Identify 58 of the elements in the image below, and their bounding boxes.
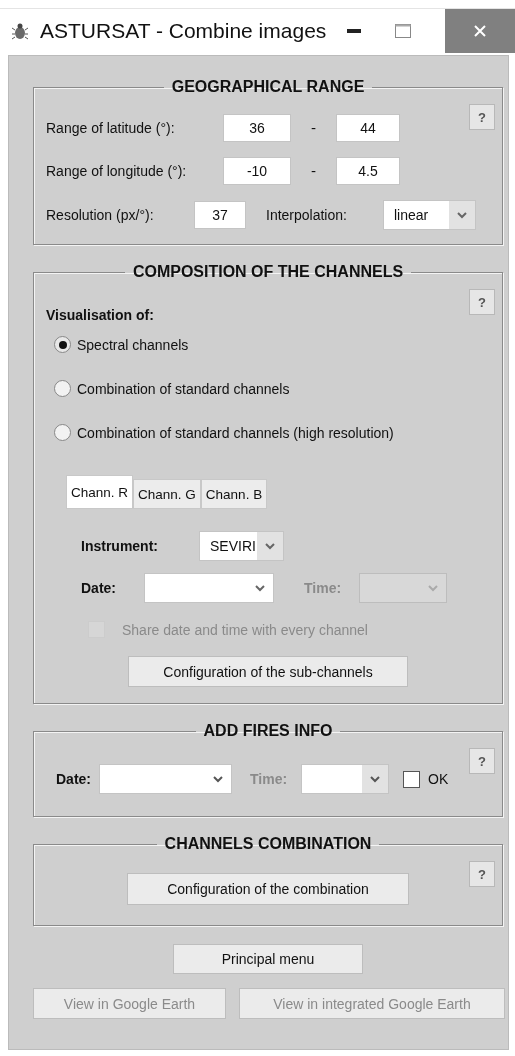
close-icon — [474, 25, 486, 37]
panel-title: COMPOSITION OF THE CHANNELS — [131, 263, 405, 281]
time-dropdown[interactable] — [301, 764, 390, 794]
section-label: Visualisation of: — [46, 307, 154, 323]
instrument-label: Instrument: — [81, 538, 159, 554]
date-label: Date: — [81, 580, 117, 596]
principal-menu-button[interactable]: Principal menu — [173, 944, 363, 974]
resolution-field[interactable]: 37 — [194, 201, 246, 229]
chevron-icon — [265, 542, 275, 550]
chevron-icon — [255, 584, 265, 592]
maximize-icon[interactable] — [395, 24, 411, 38]
input-field[interactable]: 4.5 — [336, 157, 400, 185]
window-title: ASTURSAT - Combine images — [40, 19, 327, 43]
time-label: Time: — [304, 580, 342, 596]
help-button[interactable]: ? — [469, 104, 495, 130]
minimize-icon[interactable] — [347, 29, 361, 33]
interpolation-label: Interpolation: — [266, 207, 348, 223]
date-dropdown[interactable] — [144, 573, 274, 603]
help-button[interactable]: ? — [469, 289, 495, 315]
radio-label[interactable]: Combination of standard channels (high resolution) — [77, 424, 394, 441]
chevron-icon — [428, 584, 439, 592]
panel-title: GEOGRAPHICAL RANGE — [170, 78, 366, 96]
date-label: Date: — [56, 771, 91, 787]
checkbox-label: Share date and time with every channel — [122, 621, 368, 638]
help-button[interactable]: ? — [469, 861, 495, 887]
channel-tab[interactable]: Chann. R — [66, 475, 134, 509]
channel-tab[interactable]: Chann. G — [133, 479, 201, 509]
close-button[interactable] — [445, 9, 515, 53]
checkbox[interactable] — [403, 770, 421, 788]
help-button[interactable]: ? — [469, 748, 495, 774]
range-separator: - — [309, 120, 318, 136]
radio-label[interactable]: Combination of standard channels — [77, 380, 290, 397]
input-field[interactable]: -10 — [223, 157, 291, 185]
input-field[interactable]: 36 — [223, 114, 291, 142]
chevron-icon — [213, 775, 223, 783]
radio-button[interactable] — [54, 380, 71, 397]
instrument-dropdown[interactable]: SEVIRI — [199, 531, 284, 561]
chevron-icon — [457, 211, 467, 219]
channel-tab[interactable]: Chann. B — [200, 479, 268, 509]
radio-label[interactable]: Spectral channels — [77, 336, 189, 353]
panel-title: CHANNELS COMBINATION — [163, 835, 373, 853]
interpolation-dropdown[interactable]: linear — [383, 200, 476, 230]
time-label: Time: — [250, 771, 288, 787]
chevron-icon — [370, 775, 381, 783]
radio-button[interactable] — [54, 336, 71, 353]
radio-button[interactable] — [54, 424, 71, 441]
date-dropdown[interactable] — [99, 764, 232, 794]
sub-channels-button[interactable]: Configuration of the sub-channels — [128, 656, 408, 687]
range-label: Range of longitude (°): — [46, 163, 188, 179]
time-dropdown[interactable] — [359, 573, 448, 603]
resolution-label: Resolution (px/°): — [46, 207, 155, 223]
beetle-icon — [12, 22, 28, 40]
range-separator: - — [309, 163, 318, 179]
input-field[interactable]: 44 — [336, 114, 400, 142]
combination-button[interactable]: Configuration of the combination — [127, 873, 409, 905]
panel-title: ADD FIRES INFO — [202, 722, 334, 740]
range-label: Range of latitude (°): — [46, 120, 176, 136]
checkbox-label: OK — [428, 771, 449, 787]
